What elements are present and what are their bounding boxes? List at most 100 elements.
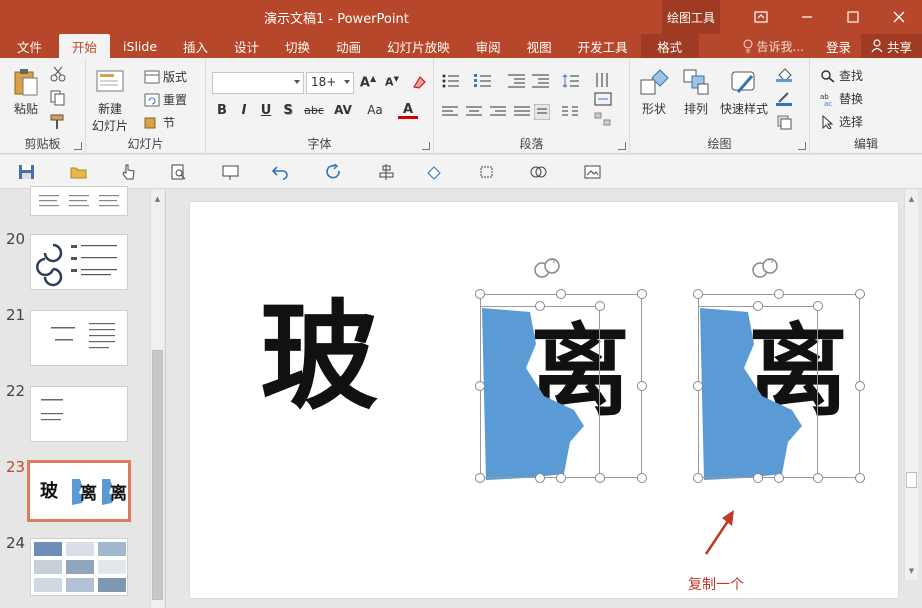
tab-animations[interactable]: 动画 <box>323 34 374 58</box>
font-color-button[interactable]: A <box>398 102 418 119</box>
increase-indent-icon[interactable] <box>532 74 550 88</box>
align-center-icon[interactable] <box>466 106 482 118</box>
tab-home[interactable]: 开始 <box>59 34 111 58</box>
resize-handle[interactable] <box>753 473 763 483</box>
tab-slideshow[interactable]: 幻灯片放映 <box>374 34 463 58</box>
thumbnail-scroll-thumb[interactable] <box>152 350 163 600</box>
resize-handle[interactable] <box>535 473 545 483</box>
font-name-combo[interactable] <box>212 72 304 94</box>
char-spacing-button[interactable]: AV <box>330 103 356 117</box>
slide-thumbnail-23[interactable]: 玻 离 离 <box>27 460 131 522</box>
tab-file[interactable]: 文件 <box>0 34 59 58</box>
slide-thumbnail-20[interactable] <box>30 234 128 290</box>
restore-ribbon-icon[interactable] <box>738 0 784 34</box>
open-folder-icon[interactable] <box>70 164 88 180</box>
underline-button[interactable]: U <box>256 103 276 118</box>
editor-scrollbar[interactable]: ▲ ▼ <box>904 190 918 580</box>
merge-shapes-icon[interactable] <box>530 164 548 180</box>
format-painter-icon[interactable] <box>50 114 66 130</box>
find-button[interactable]: 查找 <box>820 67 863 84</box>
bullets-icon[interactable] <box>442 74 460 88</box>
shape-fill-icon[interactable] <box>776 66 800 82</box>
select-button[interactable]: 选择 <box>820 113 863 130</box>
columns-icon[interactable] <box>562 106 578 118</box>
maximize-icon[interactable] <box>830 0 876 34</box>
resize-handle[interactable] <box>595 473 605 483</box>
share-button[interactable]: 共享 <box>860 34 922 58</box>
slide-thumbnail-22[interactable] <box>30 386 128 442</box>
tab-view[interactable]: 视图 <box>514 34 565 58</box>
slide-thumbnail-19[interactable] <box>30 186 128 216</box>
resize-handle[interactable] <box>693 473 703 483</box>
thumbnail-scrollbar[interactable]: ▲ <box>150 190 164 608</box>
resize-handle[interactable] <box>813 473 823 483</box>
resize-handle[interactable] <box>595 301 605 311</box>
slide-char-bo[interactable]: 玻 <box>260 298 378 416</box>
tell-me-box[interactable]: 告诉我... <box>731 38 816 55</box>
resize-handle[interactable] <box>774 473 784 483</box>
text-direction-icon[interactable] <box>594 72 612 88</box>
resize-handle[interactable] <box>475 473 485 483</box>
paste-button[interactable]: 粘贴 <box>10 66 42 117</box>
bold-button[interactable]: B <box>212 103 232 118</box>
layout-button[interactable]: 版式 <box>144 68 187 85</box>
shape-effects-icon[interactable] <box>776 114 800 130</box>
resize-handle[interactable] <box>855 473 865 483</box>
numbering-icon[interactable] <box>474 74 492 88</box>
tab-review[interactable]: 审阅 <box>463 34 514 58</box>
tab-insert[interactable]: 插入 <box>170 34 221 58</box>
resize-handle[interactable] <box>475 289 485 299</box>
copy-icon[interactable] <box>50 90 66 106</box>
resize-handle[interactable] <box>535 301 545 311</box>
login-link[interactable]: 登录 <box>816 37 861 56</box>
resize-handle[interactable] <box>475 381 485 391</box>
resize-handle[interactable] <box>637 289 647 299</box>
tab-islide[interactable]: iSlide <box>110 34 170 58</box>
close-icon[interactable] <box>876 0 922 34</box>
tab-design[interactable]: 设计 <box>221 34 272 58</box>
editor-scroll-down-arrow[interactable]: ▼ <box>905 564 918 578</box>
reset-button[interactable]: 重置 <box>144 91 187 108</box>
shape-outline-icon[interactable] <box>776 90 800 106</box>
font-size-combo[interactable]: 18+ <box>306 72 354 94</box>
picture-icon[interactable] <box>584 164 602 180</box>
redo-icon[interactable] <box>326 164 344 180</box>
resize-handle[interactable] <box>637 381 647 391</box>
resize-handle[interactable] <box>693 381 703 391</box>
tab-format[interactable]: 格式 <box>640 34 699 58</box>
resize-handle[interactable] <box>556 473 566 483</box>
resize-handle[interactable] <box>693 289 703 299</box>
align-text-icon[interactable] <box>594 92 612 106</box>
resize-handle[interactable] <box>637 473 647 483</box>
shrink-font-button[interactable]: A▼ <box>382 75 402 89</box>
resize-handle[interactable] <box>753 301 763 311</box>
font-launcher[interactable] <box>422 142 430 150</box>
new-slide-button[interactable]: 新建 幻灯片 <box>92 66 128 134</box>
resize-handle[interactable] <box>774 289 784 299</box>
undo-icon[interactable] <box>272 164 290 180</box>
resize-handle[interactable] <box>855 381 865 391</box>
align-right-icon[interactable] <box>490 106 506 118</box>
resize-handle[interactable] <box>556 289 566 299</box>
crop-selection-icon[interactable] <box>478 164 496 180</box>
smartart-icon[interactable] <box>594 112 612 126</box>
slide-thumbnail-21[interactable] <box>30 310 128 366</box>
section-button[interactable]: 节 <box>144 114 175 131</box>
drawing-launcher[interactable] <box>798 142 806 150</box>
italic-button[interactable]: I <box>234 103 254 118</box>
touch-mode-icon[interactable] <box>120 164 138 180</box>
tab-developer[interactable]: 开发工具 <box>565 34 641 58</box>
cut-icon[interactable] <box>50 66 66 82</box>
slide-thumbnail-24[interactable] <box>30 538 128 596</box>
decrease-indent-icon[interactable] <box>508 74 526 88</box>
shadow-button[interactable]: S <box>278 103 298 118</box>
change-case-button[interactable]: Aa <box>362 103 388 117</box>
line-spacing-icon[interactable] <box>562 74 580 88</box>
strikethrough-button[interactable]: abc <box>300 104 328 117</box>
align-left-icon[interactable] <box>442 106 458 118</box>
slideshow-start-icon[interactable] <box>222 164 240 180</box>
resize-handle[interactable] <box>855 289 865 299</box>
minimize-icon[interactable] <box>784 0 830 34</box>
rotate-handle-icon[interactable] <box>748 256 784 284</box>
resize-handle[interactable] <box>813 301 823 311</box>
